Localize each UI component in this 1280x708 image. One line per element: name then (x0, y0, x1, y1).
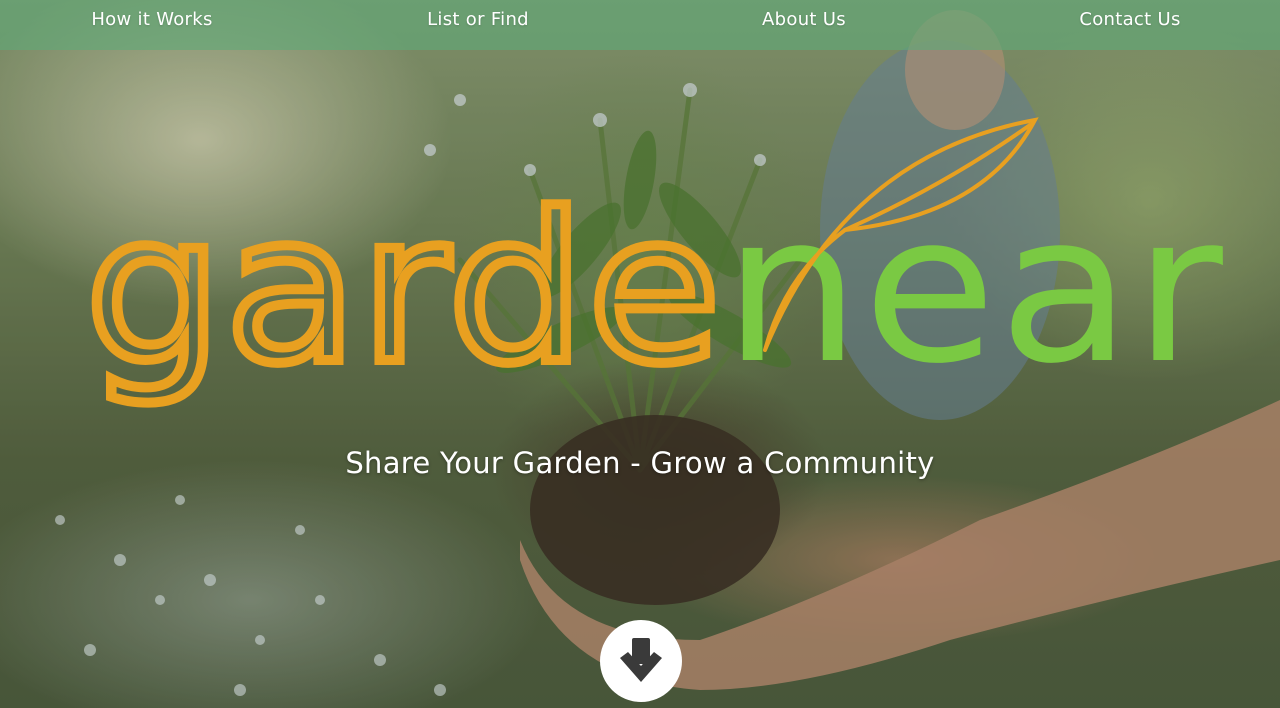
hero-tagline: Share Your Garden - Grow a Community (345, 446, 935, 480)
nav-link-how-it-works[interactable]: How it Works (52, 9, 252, 30)
nav-link-contact-us[interactable]: Contact Us (1030, 9, 1230, 30)
logo-wordmark: garde near (85, 171, 1225, 409)
scroll-down-button[interactable] (600, 620, 682, 702)
arrow-down-circle-icon (620, 638, 662, 682)
nav-link-about-us[interactable]: About Us (704, 9, 904, 30)
top-navbar: How it Works List or Find About Us Conta… (0, 0, 1280, 50)
logo-text-near: near (723, 171, 1225, 409)
hero-section: How it Works List or Find About Us Conta… (0, 0, 1280, 708)
gardenear-logo: garde near (85, 117, 1225, 414)
logo-text-garde: garde (85, 171, 723, 409)
nav-link-list-or-find[interactable]: List or Find (378, 9, 578, 30)
